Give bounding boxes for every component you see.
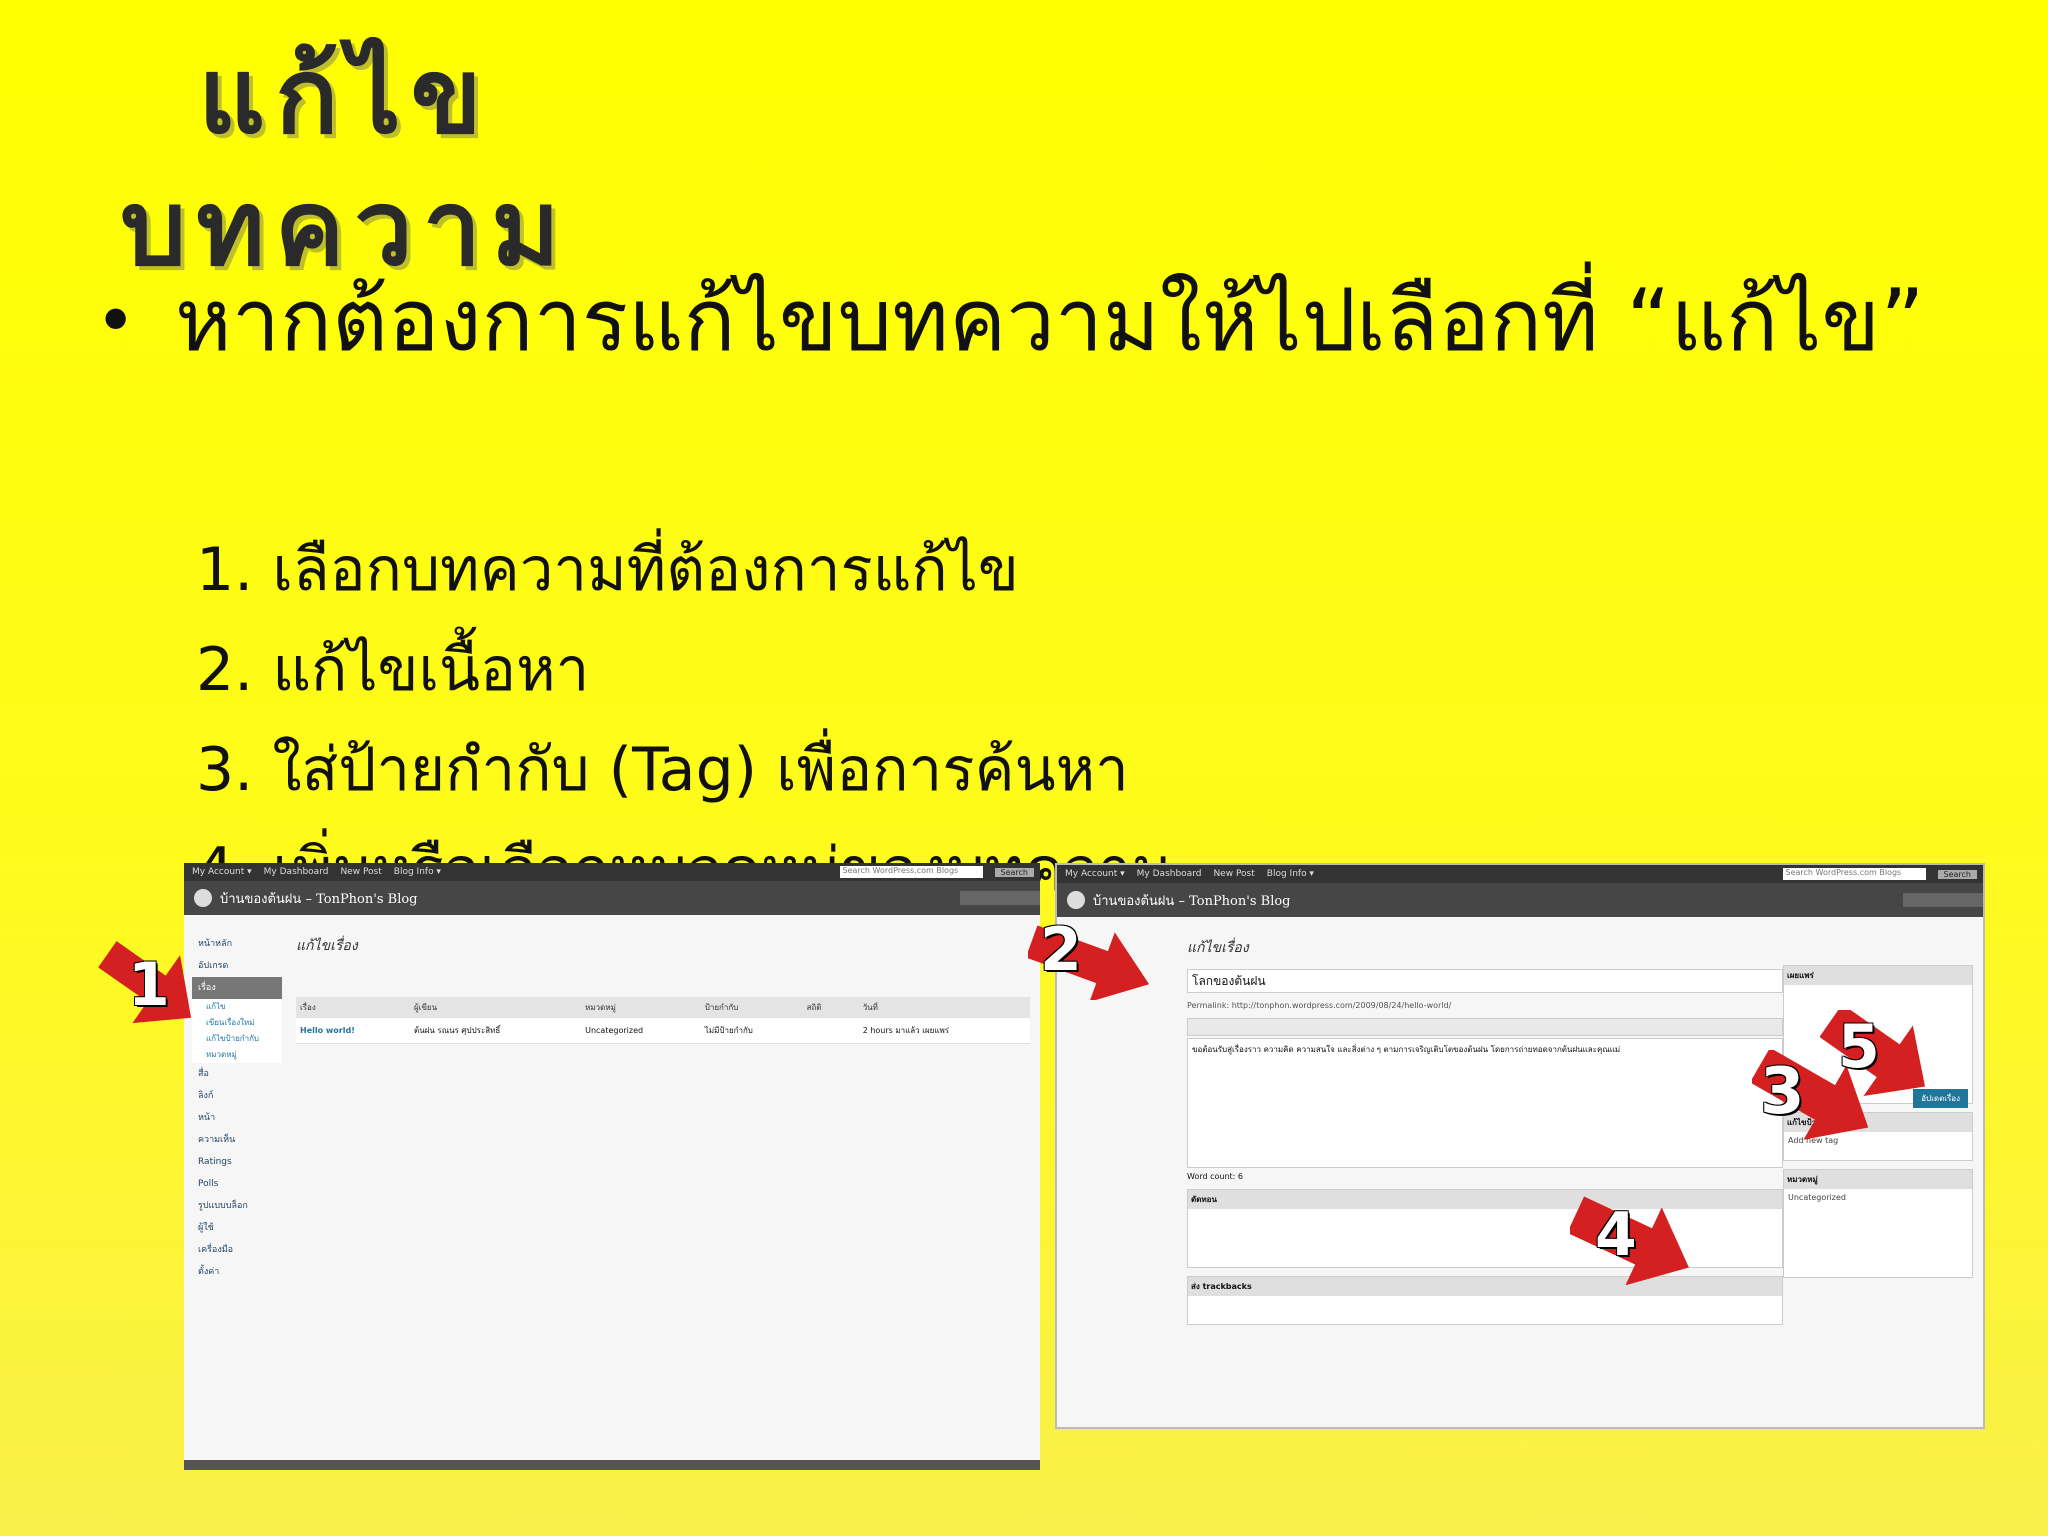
slide-title: แก้ไข บทความ <box>0 30 690 294</box>
editor-toolbar[interactable] <box>1187 1018 1783 1036</box>
post-content-editor[interactable]: ขอต้อนรับสู่เรื่องราว ความคิด ความสนใจ แ… <box>1187 1038 1783 1168</box>
publish-heading: เผยแพร่ <box>1784 966 1972 985</box>
post-stats[interactable] <box>802 1018 845 1044</box>
bullet-text: หากต้องการแก้ไขบทความให้ไปเลือกที่ “แก้ไ… <box>175 271 1925 371</box>
blog-title[interactable]: บ้านของต้นฝน – TonPhon's Blog <box>220 888 418 909</box>
column-date[interactable]: วันที่ <box>858 997 1030 1018</box>
trackbacks-input[interactable] <box>1188 1296 1782 1324</box>
menu-dashboard[interactable]: My Dashboard <box>264 867 329 877</box>
menu-blog-info[interactable]: Blog Info ▾ <box>394 867 441 877</box>
post-comments[interactable] <box>844 1018 859 1044</box>
quick-menu-select[interactable] <box>960 891 1040 905</box>
step-1: 1. เลือกบทความที่ต้องการแก้ไข <box>196 535 1019 605</box>
menu-my-account[interactable]: My Account ▾ <box>192 867 252 877</box>
title-line-1: แก้ไข <box>198 35 492 157</box>
column-stats[interactable]: สถิติ <box>802 997 845 1018</box>
bullet-icon: • <box>95 280 137 362</box>
screenshot-posts-list: My Account ▾ My Dashboard New Post Blog … <box>184 863 1040 1470</box>
search-input[interactable]: Search WordPress.com Blogs <box>1782 868 1926 880</box>
sidebar-item-media[interactable]: สื่อ <box>192 1063 282 1085</box>
step-2: 2. แก้ไขเนื้อหา <box>196 635 590 705</box>
arrow-4-label: 4 <box>1595 1200 1637 1270</box>
column-title[interactable]: เรื่อง <box>296 997 411 1018</box>
post-category[interactable]: Uncategorized <box>581 1018 701 1044</box>
sidebar-item-tools[interactable]: เครื่องมือ <box>192 1239 282 1261</box>
blog-header: บ้านของต้นฝน – TonPhon's Blog <box>184 881 1040 915</box>
column-categories[interactable]: หมวดหมู่ <box>581 997 701 1018</box>
category-checkbox[interactable]: Uncategorized <box>1784 1189 1972 1277</box>
arrow-2-label: 2 <box>1040 915 1082 985</box>
search-button[interactable]: Search <box>994 867 1034 877</box>
page-title: แก้ไขเรื่อง <box>296 938 358 954</box>
permalink: Permalink: http://tonphon.wordpress.com/… <box>1187 1001 1452 1010</box>
sidebar-item-links[interactable]: ลิงก์ <box>192 1085 282 1107</box>
post-tags: ไม่มีป้ายกำกับ <box>700 1018 803 1044</box>
sidebar-item-pages[interactable]: หน้า <box>192 1107 282 1129</box>
blog-header: บ้านของต้นฝน – TonPhon's Blog <box>1057 883 1983 917</box>
column-comments-icon[interactable] <box>844 997 859 1018</box>
post-title-link[interactable]: Hello world! <box>296 1018 411 1044</box>
arrow-1-label: 1 <box>128 950 170 1020</box>
blog-title[interactable]: บ้านของต้นฝน – TonPhon's Blog <box>1093 890 1291 911</box>
sidebar-item-appearance[interactable]: รูปแบบบล็อก <box>192 1195 282 1217</box>
sidebar-item-settings[interactable]: ตั้งค่า <box>192 1261 282 1283</box>
posts-table: เรื่อง ผู้เขียน หมวดหมู่ ป้ายกำกับ สถิติ… <box>296 997 1030 1044</box>
table-row: Hello world! ต้นฝน รณนร ศุปประสิทธิ์ Unc… <box>296 1018 1030 1044</box>
quick-menu-select[interactable] <box>1903 893 1983 907</box>
post-author[interactable]: ต้นฝน รณนร ศุปประสิทธิ์ <box>410 1018 582 1044</box>
arrow-3-label: 3 <box>1760 1055 1805 1129</box>
step-3: 3. ใส่ป้ายกำกับ (Tag) เพื่อการค้นหา <box>196 735 1129 805</box>
menu-dashboard[interactable]: My Dashboard <box>1137 869 1202 879</box>
post-date: 2 hours มาแล้ว เผยแพร่ <box>858 1018 1030 1044</box>
arrow-5-label: 5 <box>1838 1012 1880 1082</box>
sidebar-item-ratings[interactable]: Ratings <box>192 1151 282 1173</box>
wordpress-logo-icon <box>194 889 212 907</box>
menu-new-post[interactable]: New Post <box>1213 869 1254 879</box>
screenshot-edit-post: My Account ▾ My Dashboard New Post Blog … <box>1055 863 1985 1429</box>
menu-new-post[interactable]: New Post <box>340 867 381 877</box>
categories-box: หมวดหมู่ Uncategorized <box>1783 1169 1973 1278</box>
column-author[interactable]: ผู้เขียน <box>410 997 582 1018</box>
wordpress-logo-icon <box>1067 891 1085 909</box>
column-tags[interactable]: ป้ายกำกับ <box>700 997 803 1018</box>
sidebar-item-comments[interactable]: ความเห็น <box>192 1129 282 1151</box>
sidebar-sub-categories[interactable]: หมวดหมู่ <box>192 1047 282 1063</box>
sidebar-sub-tags[interactable]: แก้ไขป้ายกำกับ <box>192 1031 282 1047</box>
sidebar-item-users[interactable]: ผู้ใช้ <box>192 1217 282 1239</box>
step-list: 1. เลือกบทความที่ต้องการแก้ไข 2. แก้ไขเน… <box>196 520 1171 920</box>
search-button[interactable]: Search <box>1937 869 1977 879</box>
admin-bar: My Account ▾ My Dashboard New Post Blog … <box>184 863 1040 881</box>
categories-heading: หมวดหมู่ <box>1784 1170 1972 1189</box>
menu-blog-info[interactable]: Blog Info ▾ <box>1267 869 1314 879</box>
word-count: Word count: 6 <box>1187 1172 1244 1181</box>
admin-bar: My Account ▾ My Dashboard New Post Blog … <box>1057 865 1983 883</box>
post-title-input[interactable]: โลกของต้นฝน <box>1187 969 1783 993</box>
page-title: แก้ไขเรื่อง <box>1187 940 1249 956</box>
search-input[interactable]: Search WordPress.com Blogs <box>839 866 983 878</box>
table-header-row: เรื่อง ผู้เขียน หมวดหมู่ ป้ายกำกับ สถิติ… <box>296 997 1030 1018</box>
sidebar-item-polls[interactable]: Polls <box>192 1173 282 1195</box>
menu-my-account[interactable]: My Account ▾ <box>1065 869 1125 879</box>
posts-main: แก้ไขเรื่อง เรื่อง ผู้เขียน หมวดหมู่ ป้า… <box>296 935 1030 1044</box>
